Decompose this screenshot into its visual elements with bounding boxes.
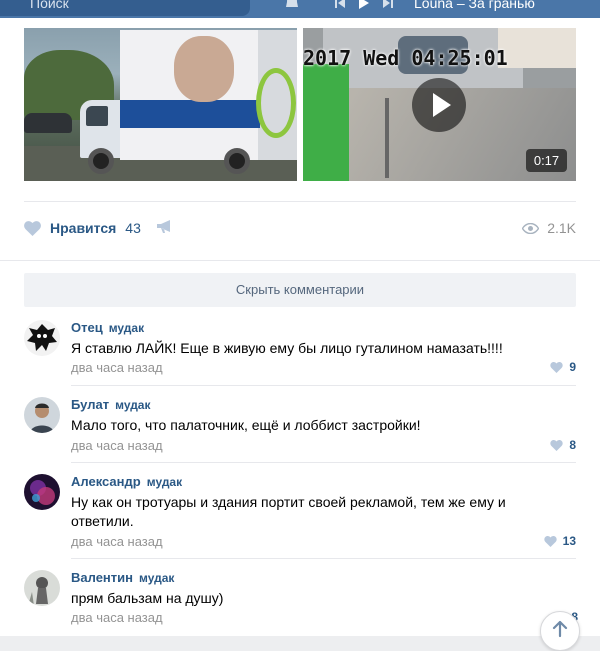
avatar[interactable]: [24, 397, 60, 433]
comment-text: Ну как он тротуары и здания портит своей…: [71, 494, 506, 529]
video-timestamp-overlay: 2017 Wed 04:25:01: [303, 46, 508, 70]
photo-truck-window: [86, 106, 108, 126]
comment-author[interactable]: Александр: [71, 474, 141, 489]
divider: [71, 558, 576, 559]
heart-icon: [24, 220, 41, 236]
comment-like-button[interactable]: 13: [543, 534, 576, 548]
video-duration: 0:17: [526, 149, 567, 172]
avatar[interactable]: [24, 474, 60, 510]
comment-time[interactable]: два часа назад: [71, 438, 163, 453]
video-thumbnail[interactable]: 2017 Wed 04:25:01 0:17: [303, 28, 576, 181]
audio-player-controls: [334, 0, 394, 10]
now-playing-track[interactable]: Louna – За гранью: [414, 0, 535, 11]
post-card: 2017 Wed 04:25:01 0:17 Нравится 43 2.1K …: [0, 18, 600, 636]
comment-text: Мало того, что палаточник, ещё и лоббист…: [71, 417, 421, 433]
comment-time[interactable]: два часа назад: [71, 360, 163, 375]
arrow-up-icon: [552, 620, 568, 638]
comment-author[interactable]: Отец: [71, 320, 103, 335]
divider: [71, 462, 576, 463]
views-count: 2.1K: [547, 220, 576, 236]
avatar[interactable]: [24, 320, 60, 356]
photo-thumbnail[interactable]: [24, 28, 297, 181]
eye-icon: [522, 222, 540, 234]
comment-time[interactable]: два часа назад: [71, 534, 163, 549]
heart-icon: [550, 361, 563, 373]
comment-like-count: 13: [562, 534, 576, 548]
play-button[interactable]: [412, 78, 466, 132]
comment-author[interactable]: Валентин: [71, 570, 133, 585]
views-counter: 2.1K: [522, 215, 576, 241]
next-track-icon[interactable]: [382, 0, 394, 9]
video-poster: [498, 28, 576, 68]
comment-like-count: 9: [569, 360, 576, 374]
comment-reply-to[interactable]: мудак: [115, 398, 150, 412]
previous-track-icon[interactable]: [334, 0, 346, 9]
search-placeholder: Поиск: [30, 0, 69, 11]
divider: [71, 385, 576, 386]
comment-reply-to[interactable]: мудак: [139, 571, 174, 585]
comment-header: Отец мудак: [71, 320, 144, 335]
comment-time[interactable]: два часа назад: [71, 610, 163, 625]
comment-header: Булат мудак: [71, 397, 150, 412]
comment-reply-to[interactable]: мудак: [109, 321, 144, 335]
avatar[interactable]: [24, 570, 60, 606]
comment-author[interactable]: Булат: [71, 397, 109, 412]
heart-icon: [543, 535, 557, 547]
divider: [24, 201, 576, 202]
photo-wheel-front: [88, 148, 114, 174]
scroll-to-top-button[interactable]: [540, 611, 580, 651]
divider: [0, 260, 600, 261]
comment-text: Я ставлю ЛАЙК! Еще в живую ему бы лицо г…: [71, 340, 503, 356]
comment-header: Александр мудак: [71, 474, 182, 489]
post-media: 2017 Wed 04:25:01 0:17: [24, 28, 576, 181]
comment-like-button[interactable]: 9: [550, 360, 576, 374]
share-megaphone-icon[interactable]: [156, 219, 173, 234]
photo-parked-car: [24, 113, 72, 133]
heart-icon: [550, 439, 563, 451]
photo-truck-stripe: [120, 100, 260, 128]
like-count: 43: [125, 220, 141, 236]
comment-reply-to[interactable]: мудак: [147, 475, 182, 489]
post-actions: Нравится 43 2.1K: [24, 215, 576, 241]
comment-text: прям бальзам на душу): [71, 590, 224, 606]
hide-comments-button[interactable]: Скрыть комментарии: [24, 273, 576, 307]
top-header: Поиск Louna – За гранью: [0, 0, 600, 18]
play-icon[interactable]: [358, 0, 370, 9]
photo-ad-face: [174, 36, 234, 102]
video-railing: [385, 98, 389, 178]
comment-header: Валентин мудак: [71, 570, 174, 585]
video-green-panel: [303, 64, 349, 181]
like-button[interactable]: Нравится 43: [24, 215, 141, 241]
bell-icon[interactable]: [283, 0, 301, 12]
photo-wheel-rear: [224, 148, 250, 174]
photo-green-logo: [256, 68, 296, 138]
like-label: Нравится: [50, 220, 117, 236]
comment-like-button[interactable]: 8: [550, 438, 576, 452]
comment-like-count: 8: [569, 438, 576, 452]
